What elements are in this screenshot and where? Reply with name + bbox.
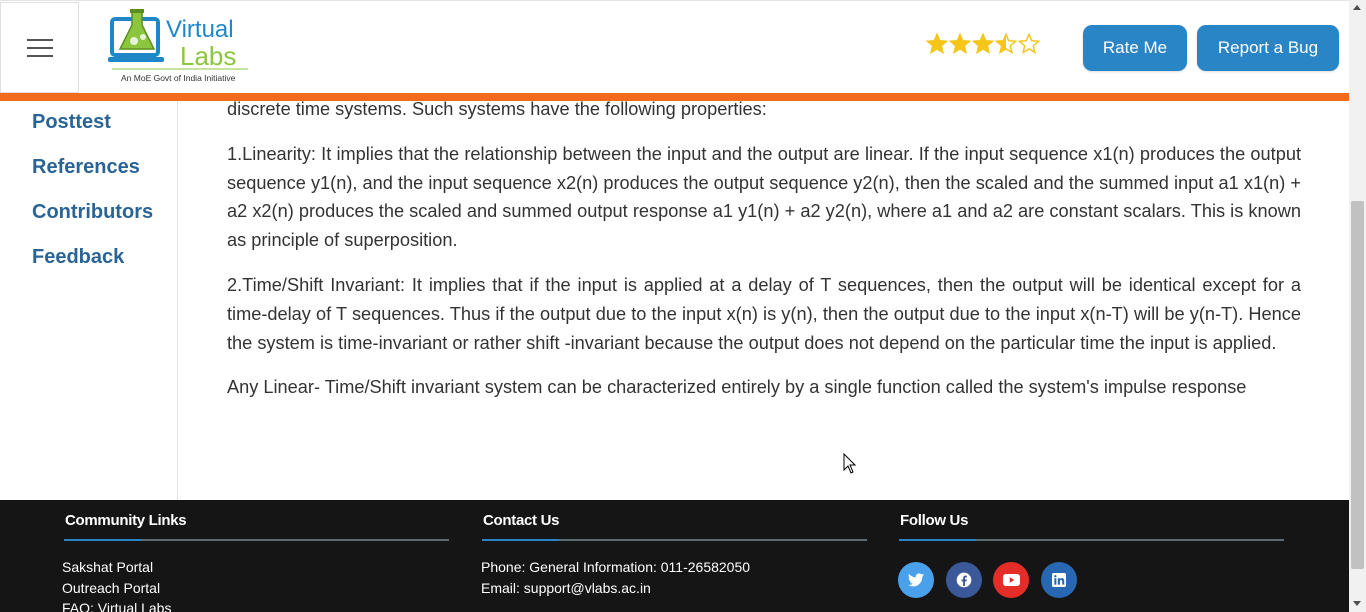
sidebar-item-posttest[interactable]: Posttest	[32, 111, 111, 134]
facebook-link[interactable]	[946, 562, 982, 598]
footer-community-title: Community Links	[65, 512, 187, 529]
footer-follow-title: Follow Us	[900, 512, 969, 529]
star-full-icon[interactable]	[949, 32, 971, 56]
star-full-icon[interactable]	[972, 32, 994, 56]
twitter-link[interactable]	[898, 562, 934, 598]
page-scrollbar[interactable]	[1349, 0, 1366, 612]
footer-link-sakshat[interactable]: Sakshat Portal	[62, 559, 153, 575]
footer-contact-phone: Phone: General Information: 011-26582050	[481, 559, 751, 575]
linkedin-link[interactable]	[1041, 562, 1077, 598]
scroll-down-arrow-icon[interactable]	[1353, 601, 1361, 606]
footer-contact-email[interactable]: Email: support@vlabs.ac.in	[481, 580, 651, 596]
rating-stars[interactable]	[926, 32, 1040, 60]
scrollbar-thumb[interactable]	[1351, 201, 1364, 569]
footer-divider-accent	[899, 539, 976, 541]
linkedin-icon	[1052, 573, 1066, 587]
footer-link-faq[interactable]: FAQ: Virtual Labs	[62, 600, 171, 612]
twitter-icon	[908, 573, 924, 587]
logo-tagline: An MoE Govt of India Initiative	[121, 73, 236, 83]
sidebar-item-contributors[interactable]: Contributors	[32, 201, 153, 224]
facebook-icon	[956, 572, 972, 588]
logo-text-labs: Labs	[180, 41, 236, 71]
scroll-up-arrow-icon[interactable]	[1353, 5, 1361, 10]
site-footer: Community Links Sakshat Portal Outreach …	[0, 500, 1349, 612]
sidebar-nav: Posttest References Contributors Feedbac…	[0, 101, 178, 500]
site-header: Virtual Labs An MoE Govt of India Initia…	[0, 0, 1349, 94]
mouse-cursor-icon	[843, 453, 857, 474]
sidebar-item-references[interactable]: References	[32, 156, 140, 179]
paragraph-intro: discrete time systems. Such systems have…	[227, 99, 767, 119]
footer-divider-accent	[482, 539, 559, 541]
footer-contact-title: Contact Us	[483, 512, 560, 529]
theory-content: discrete time systems. Such systems have…	[227, 95, 1301, 418]
logo-graphic: Virtual Labs	[108, 9, 248, 71]
star-full-icon[interactable]	[926, 32, 948, 56]
menu-button[interactable]	[0, 2, 79, 93]
hamburger-icon	[26, 38, 53, 57]
star-empty-icon[interactable]	[1018, 32, 1040, 56]
footer-divider-accent	[64, 539, 141, 541]
star-half-icon[interactable]	[995, 32, 1017, 56]
logo-text-virtual: Virtual	[166, 16, 234, 43]
sidebar-item-feedback[interactable]: Feedback	[32, 246, 124, 269]
youtube-icon	[1002, 574, 1020, 586]
footer-link-outreach[interactable]: Outreach Portal	[62, 580, 160, 596]
paragraph-linearity: 1.Linearity: It implies that the relatio…	[227, 143, 1301, 251]
report-bug-button[interactable]: Report a Bug	[1197, 25, 1339, 71]
paragraph-impulse-response: Any Linear- Time/Shift invariant system …	[227, 377, 1247, 398]
paragraph-time-invariance: 2.Time/Shift Invariant: It implies that …	[227, 274, 1301, 353]
youtube-link[interactable]	[993, 562, 1029, 598]
rate-me-button[interactable]: Rate Me	[1083, 25, 1187, 71]
